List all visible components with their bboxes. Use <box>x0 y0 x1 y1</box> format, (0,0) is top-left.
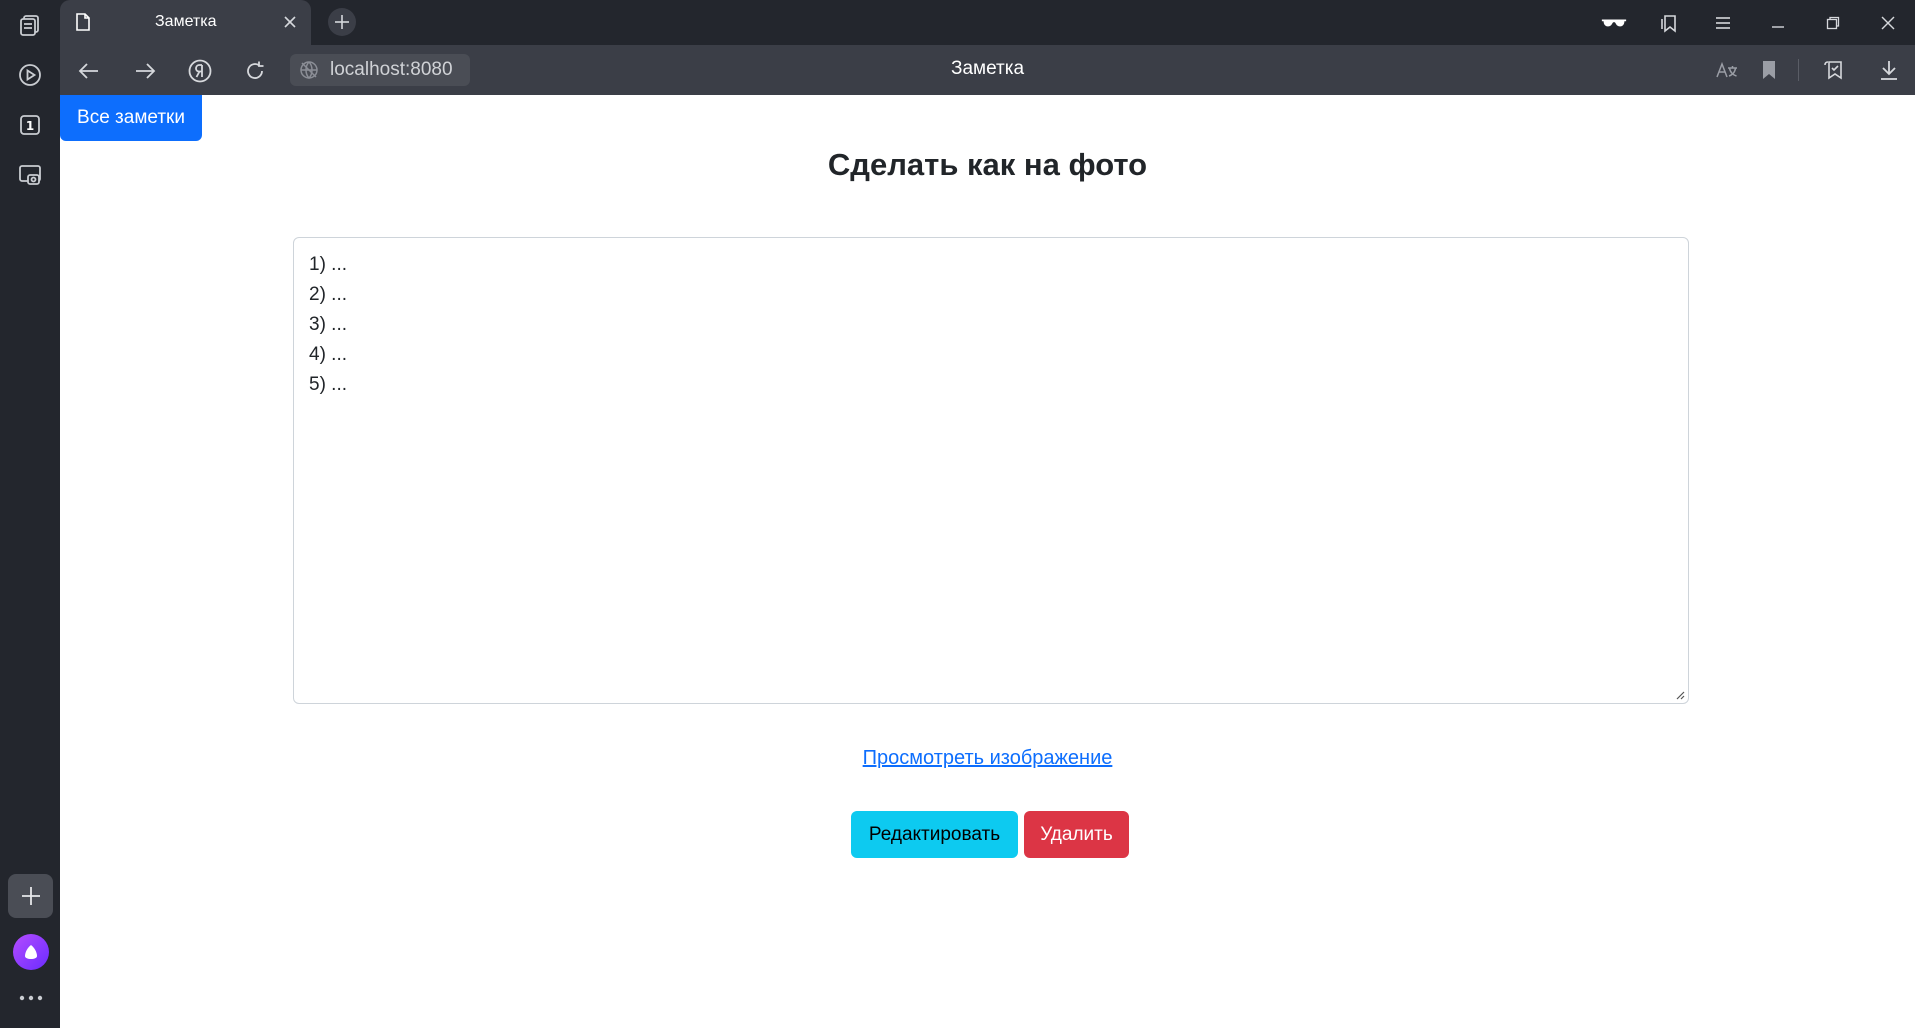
forward-icon[interactable] <box>130 56 160 86</box>
tabs-icon[interactable] <box>9 4 51 46</box>
browser-sidebar: 1 <box>0 0 60 1028</box>
close-window-icon[interactable] <box>1875 10 1901 36</box>
play-icon[interactable] <box>9 54 51 96</box>
note-line: 1) ... <box>309 254 348 275</box>
yandex-icon[interactable] <box>185 56 215 86</box>
tab-strip: Заметка <box>60 0 1915 45</box>
note-title: Сделать как на фото <box>827 147 1148 182</box>
download-icon[interactable] <box>1875 56 1903 84</box>
translate-icon[interactable] <box>1713 56 1741 84</box>
address-bar: localhost:8080 Заметка <box>60 45 1915 95</box>
bookmarks-panel-icon[interactable] <box>1656 10 1682 36</box>
note-line: 3) ... <box>309 314 348 335</box>
note-line: 5) ... <box>309 374 348 395</box>
restore-icon[interactable] <box>1820 10 1846 36</box>
all-notes-button[interactable]: Все заметки <box>60 95 202 141</box>
back-icon[interactable] <box>74 56 104 86</box>
url-text: localhost:8080 <box>330 59 453 80</box>
plus-icon <box>335 15 349 29</box>
page-content: Все заметки Сделать как на фото 1) ... 2… <box>60 95 1915 1028</box>
url-field[interactable]: localhost:8080 <box>290 54 470 86</box>
alice-icon[interactable] <box>13 934 49 970</box>
edit-button[interactable]: Редактировать <box>851 811 1018 858</box>
new-tab-button[interactable] <box>328 8 356 36</box>
close-tab-icon[interactable] <box>282 14 298 30</box>
incognito-glasses-icon[interactable] <box>1601 10 1627 36</box>
tab-count-icon[interactable]: 1 <box>9 104 51 146</box>
tab-active[interactable]: Заметка <box>60 0 311 45</box>
add-icon[interactable] <box>8 874 53 918</box>
toolbar-separator <box>1798 59 1799 81</box>
bookmark-icon[interactable] <box>1755 56 1783 84</box>
document-icon <box>76 13 90 31</box>
reload-icon[interactable] <box>240 56 270 86</box>
screenshot-icon[interactable] <box>9 154 51 196</box>
tab-count-text: 1 <box>26 119 34 133</box>
view-image-link-wrap: Просмотреть изображение <box>60 747 1915 770</box>
resize-handle-icon[interactable] <box>1675 690 1685 700</box>
more-icon[interactable] <box>14 990 48 1006</box>
menu-icon[interactable] <box>1710 10 1736 36</box>
collections-icon[interactable] <box>1821 56 1849 84</box>
note-line: 2) ... <box>309 284 348 305</box>
tab-title: Заметка <box>155 13 217 30</box>
note-line: 4) ... <box>309 344 348 365</box>
site-info-icon[interactable] <box>298 59 320 81</box>
minimize-icon[interactable] <box>1765 10 1791 36</box>
delete-button[interactable]: Удалить <box>1024 811 1129 858</box>
view-image-link[interactable]: Просмотреть изображение <box>863 747 1113 769</box>
note-body-textarea[interactable]: 1) ... 2) ... 3) ... 4) ... 5) ... <box>293 237 1689 704</box>
